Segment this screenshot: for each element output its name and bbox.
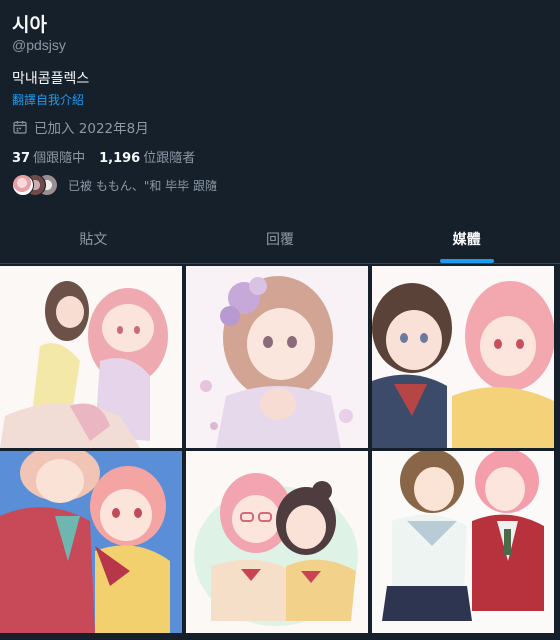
media-item[interactable]: [186, 451, 368, 633]
display-name: 시아: [12, 14, 47, 36]
profile-tabs: 貼文 回覆 媒體: [0, 214, 560, 264]
followed-by-text: 已被 ももん、"和 毕毕 跟隨: [68, 178, 217, 193]
avatar: [12, 174, 34, 196]
following-count: 37: [12, 151, 31, 166]
follow-stats: 37 個跟隨中 1,196 位跟隨者: [12, 147, 209, 166]
artwork-two-girls-sitting-icon: [0, 266, 182, 448]
followers-link[interactable]: 1,196 位跟隨者: [99, 147, 195, 166]
follower-avatars: [12, 174, 58, 196]
media-grid: [0, 265, 560, 640]
following-label: 個跟隨中: [33, 151, 86, 166]
media-item[interactable]: [372, 266, 554, 448]
media-item[interactable]: [0, 266, 182, 448]
artwork-girl-flower-hair-icon: [186, 266, 368, 448]
followers-count: 1,196: [99, 151, 141, 166]
artwork-couple-red-jacket-icon: [0, 451, 182, 633]
tab-media[interactable]: 媒體: [373, 214, 560, 263]
translate-bio-link[interactable]: 翻譯自我介紹: [12, 91, 84, 108]
bio-text: 막내콤플렉스: [12, 71, 90, 87]
tab-posts[interactable]: 貼文: [0, 214, 187, 263]
artwork-girls-glasses-icon: [186, 451, 368, 633]
artwork-girls-uniform-icon: [372, 451, 554, 633]
join-date: 已加入 2022年8月: [12, 117, 149, 137]
artwork-two-girls-school-icon: [372, 266, 554, 448]
following-link[interactable]: 37 個跟隨中: [12, 147, 85, 166]
tab-replies[interactable]: 回覆: [187, 214, 374, 263]
followed-by-link[interactable]: 已被 ももん、"和 毕毕 跟隨: [12, 174, 217, 196]
join-date-text: 已加入 2022年8月: [34, 121, 149, 137]
media-item[interactable]: [186, 266, 368, 448]
user-handle: @pdsjsy: [12, 37, 66, 53]
media-item[interactable]: [372, 451, 554, 633]
calendar-icon: [13, 121, 27, 134]
followers-label: 位跟隨者: [143, 151, 196, 166]
media-item[interactable]: [0, 451, 182, 633]
